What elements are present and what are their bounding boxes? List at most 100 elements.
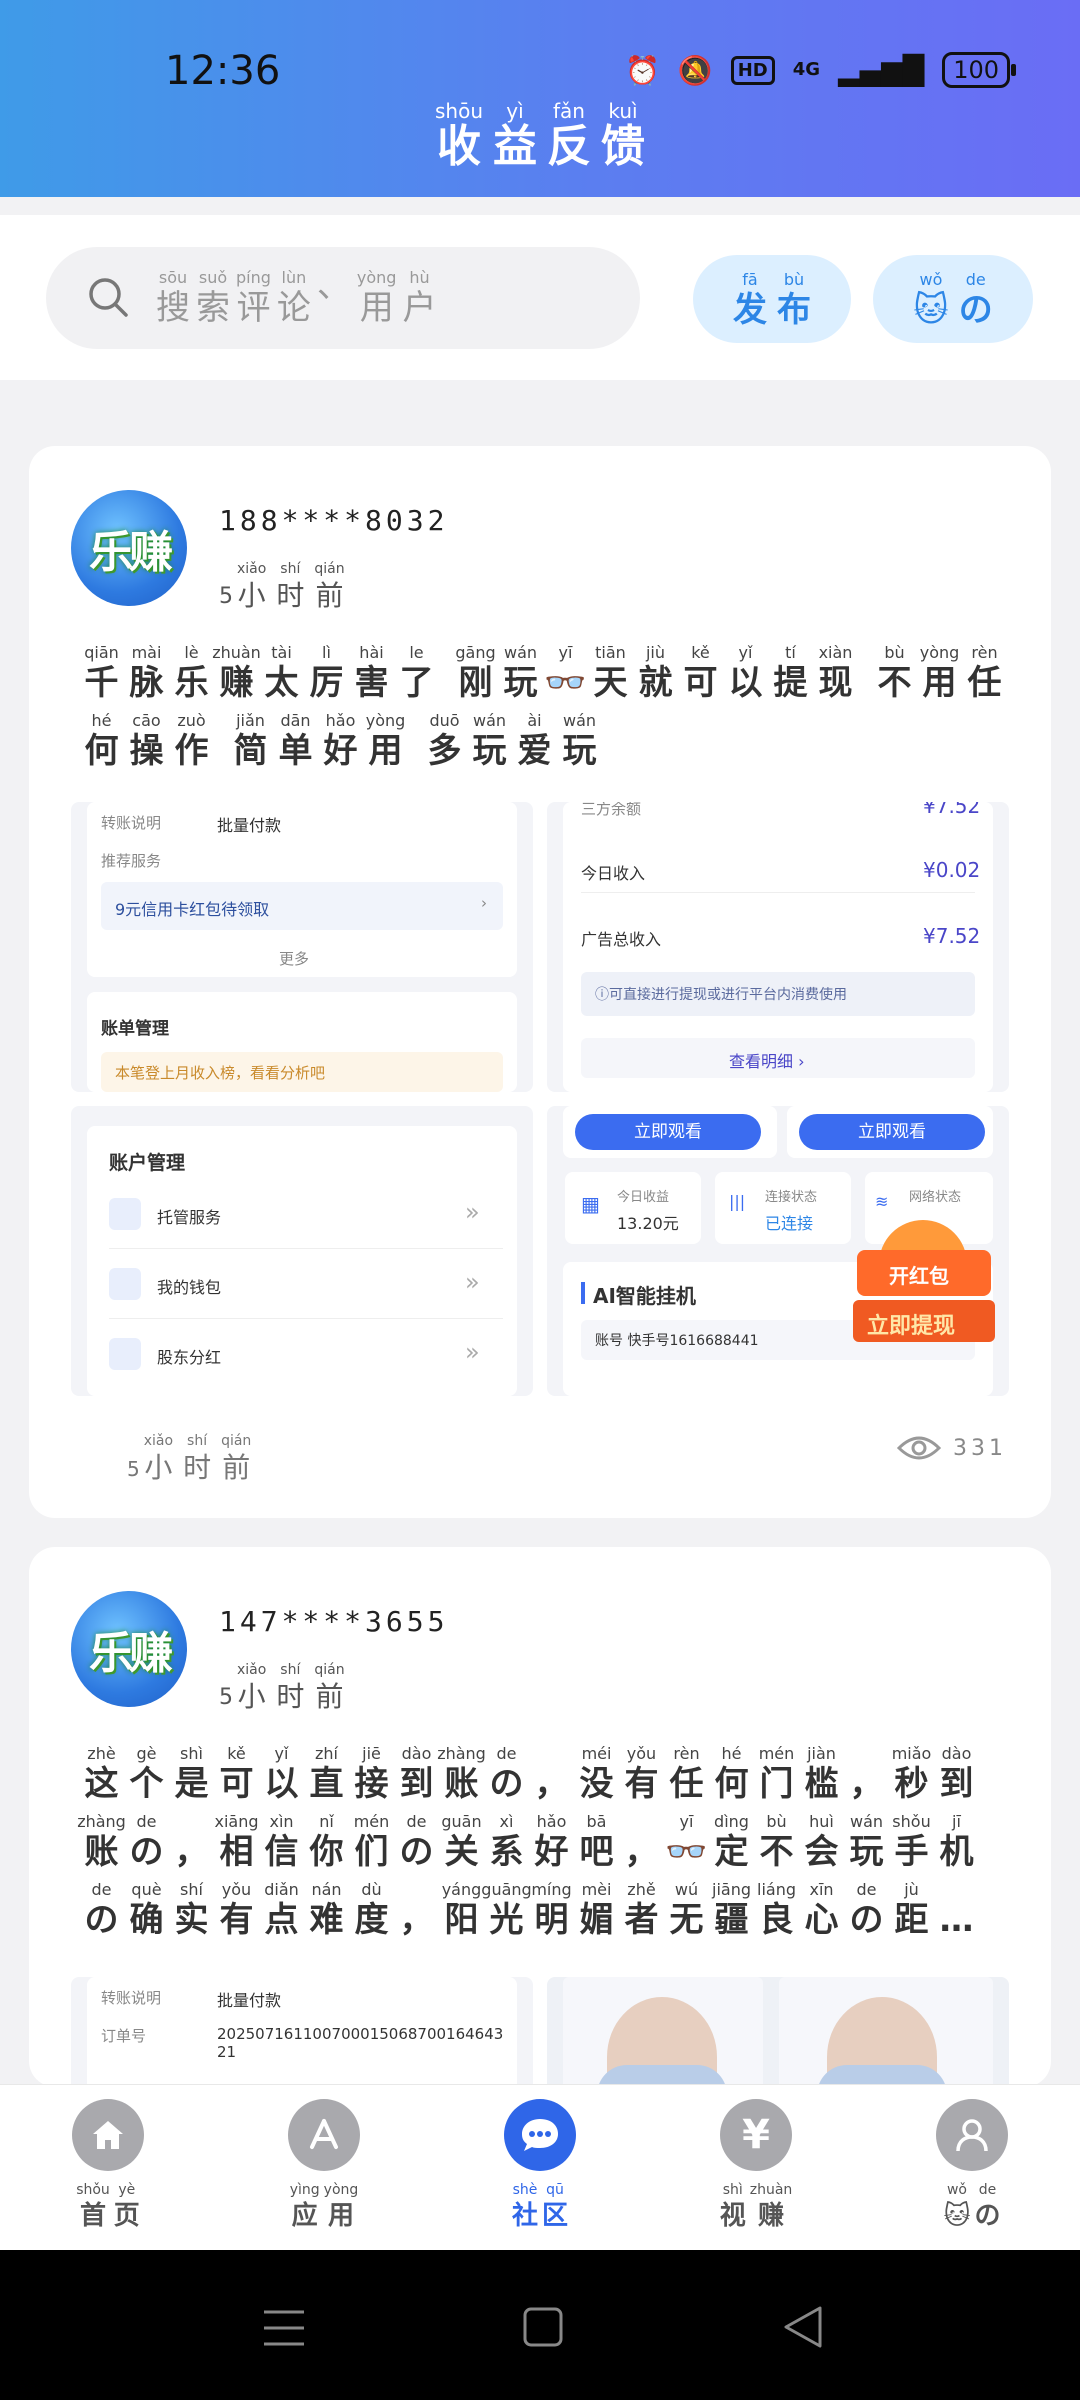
pinyin-reading: hé xyxy=(91,711,112,730)
character: 账 xyxy=(84,1832,119,1872)
post-image-1[interactable]: 转账说明 批量付款 推荐服务 9元信用卡红包待领取 › 更多 账单管理 本笔登上… xyxy=(71,802,533,1092)
pinyin-reading: wán xyxy=(472,711,507,730)
pinyin-char: xīn 心 xyxy=(799,1879,844,1941)
nav-mine[interactable]: wǒ 🐱 de の xyxy=(902,2099,1042,2231)
search-input[interactable]: sōu 搜 suǒ 索 píng 评 lùn 论、 yòng 用 hù 户 xyxy=(46,247,640,349)
pinyin-reading: gāng xyxy=(455,643,496,662)
pinyin-char: jiù 就 xyxy=(633,642,678,704)
character: 收 xyxy=(436,121,481,172)
pinyin-char: yǒu 有 xyxy=(619,1743,664,1805)
home-button-icon[interactable] xyxy=(522,2306,564,2348)
pinyin-char: gè 个 xyxy=(124,1743,169,1805)
pinyin-char: xìn 信 xyxy=(259,1811,304,1873)
pinyin-char: yìng 应 xyxy=(290,2179,320,2231)
pinyin-reading: dào xyxy=(401,1744,432,1763)
pinyin-char: suǒ 索 xyxy=(196,267,230,327)
pinyin-char: hǎo 好 xyxy=(529,1811,574,1873)
pinyin-reading: wú xyxy=(674,1880,699,1899)
back-icon[interactable] xyxy=(780,2304,824,2350)
pinyin-reading: shí xyxy=(187,1433,208,1449)
pinyin-char: jī 机 xyxy=(934,1811,979,1873)
pinyin-char: lùn 论 xyxy=(277,267,311,327)
pinyin-char: zhuàn 赚 xyxy=(212,642,261,704)
pinyin-reading: jī xyxy=(952,1812,961,1831)
nav-apps[interactable]: yìng 应 yòng 用 xyxy=(254,2099,394,2231)
pinyin-reading: miǎo xyxy=(891,1744,932,1763)
pinyin-reading: de xyxy=(978,2182,997,2198)
pinyin-reading: wán xyxy=(562,711,597,730)
character: 距 xyxy=(894,1900,929,1940)
character: 害 xyxy=(354,663,389,703)
menu-icon[interactable] xyxy=(262,2308,306,2348)
character: ， xyxy=(624,1832,659,1872)
pinyin-char: qián 前 xyxy=(221,1430,251,1484)
post-image-1[interactable]: 转账说明 批量付款 订单号 20250716110070001506870016… xyxy=(71,1977,533,2087)
post-image-2[interactable] xyxy=(547,1977,1009,2087)
avatar[interactable]: 乐赚 xyxy=(71,1591,187,1707)
character: 光 xyxy=(489,1900,524,1940)
nav-video-earn[interactable]: ¥ shì 视 zhuàn 赚 xyxy=(686,2099,826,2231)
pinyin-reading: yī xyxy=(679,1812,694,1831)
post-image-4[interactable]: 立即观看 立即观看 ▦ 今日收益 13.20元 ||| 连接状态 已连接 ≋ 网… xyxy=(547,1106,1009,1396)
pinyin-reading: xīn xyxy=(809,1880,834,1899)
pinyin-reading: kě xyxy=(691,643,710,662)
pinyin-char: zhí 直 xyxy=(304,1743,349,1805)
avatar[interactable]: 乐赚 xyxy=(71,490,187,606)
character: 点 xyxy=(264,1900,299,1940)
post-image-2[interactable]: 三方余额 ¥7.52 今日收入 ¥0.02 广告总收入 ¥7.52 ⓘ可直接进行… xyxy=(547,802,1009,1092)
pinyin-reading: tài xyxy=(271,643,292,662)
pinyin-reading: bā xyxy=(586,1812,607,1831)
post-image-3[interactable]: 账户管理 托管服务 » 我的钱包 » 股东分红 » xyxy=(71,1106,533,1396)
character: 槛 xyxy=(804,1764,839,1804)
content-line: zhè 这 gè 个 shì 是 kě 可 yǐ 以 zhí 直 jiē 接 dào 到 zhàng 账 de の， m… xyxy=(79,1743,1029,1805)
my-posts-button[interactable]: wǒ 🐱 de の xyxy=(873,255,1033,343)
character: 没 xyxy=(579,1764,614,1804)
character: 这 xyxy=(84,1764,119,1804)
character: 时 xyxy=(276,579,305,612)
username: 188****8032 xyxy=(219,504,449,537)
pinyin-char: dù 度 xyxy=(349,1879,394,1941)
red-envelope-badge[interactable]: 开红包 立即提现 xyxy=(849,1220,999,1360)
post-card[interactable]: 乐赚 188****8032 5 xiǎo 小 shí 时 qián 前 qiān 千 mài… xyxy=(29,446,1051,1518)
character: 小 xyxy=(144,1451,173,1484)
pinyin-char: duō 多 xyxy=(422,710,467,772)
content-line: de の què 确 shí 实 yǒu 有 diǎn 点 nán 难 dù 度， yáng 阳 guāng 光 m… xyxy=(79,1879,1029,1941)
post-card[interactable]: 乐赚 147****3655 5 xiǎo 小 shí 时 qián 前 zhè 这 gè 个 s… xyxy=(29,1547,1051,2087)
pinyin-char: fā 发 xyxy=(733,269,767,329)
post-time-footer: 5 xiǎo 小 shí 时 qián 前 xyxy=(127,1430,251,1484)
pinyin-char: yòng 用 xyxy=(357,267,397,327)
pinyin-reading: guān xyxy=(441,1812,482,1831)
pinyin-char: shǒu 首 xyxy=(76,2179,110,2231)
character: 户 xyxy=(402,288,437,328)
pinyin-reading: wǒ xyxy=(919,270,943,289)
pinyin-reading: mèi xyxy=(581,1880,612,1899)
pinyin-reading: yìng xyxy=(289,2182,320,2198)
publish-button[interactable]: fā 发 bù 布 xyxy=(693,255,851,343)
pinyin-char: xiǎo 小 xyxy=(237,1659,266,1713)
character: 视 xyxy=(719,2201,746,2231)
pinyin-reading: zhè xyxy=(87,1744,116,1763)
pinyin-char: kě 可 xyxy=(678,642,723,704)
pinyin-reading: de xyxy=(406,1812,427,1831)
character: 玩 xyxy=(472,731,507,771)
nav-community[interactable]: shè 社 qū 区 xyxy=(470,2099,610,2231)
character: 关 xyxy=(444,1832,479,1872)
character: 是 xyxy=(174,1764,209,1804)
pinyin-char: xiǎo 小 xyxy=(237,558,266,612)
nav-home[interactable]: shǒu 首 yè 页 xyxy=(38,2099,178,2231)
pinyin-reading: suǒ xyxy=(198,268,228,287)
pinyin-reading: le xyxy=(409,643,424,662)
character: 难 xyxy=(309,1900,344,1940)
pinyin-reading: xìn xyxy=(269,1812,294,1831)
character: 不 xyxy=(759,1832,794,1872)
pinyin-reading: qiān xyxy=(84,643,119,662)
pinyin-char: shì 视 xyxy=(720,2179,746,2231)
pinyin-char: bù 不 xyxy=(754,1811,799,1873)
pinyin-reading: shí xyxy=(180,1880,203,1899)
pinyin-char: lì 厉 xyxy=(304,642,349,704)
character: 可 xyxy=(219,1764,254,1804)
pinyin-char: shì 是 xyxy=(169,1743,214,1805)
pinyin-char: wán 玩 xyxy=(557,710,602,772)
pinyin-reading: de xyxy=(856,1880,877,1899)
pinyin-char: ài 爱 xyxy=(512,710,557,772)
